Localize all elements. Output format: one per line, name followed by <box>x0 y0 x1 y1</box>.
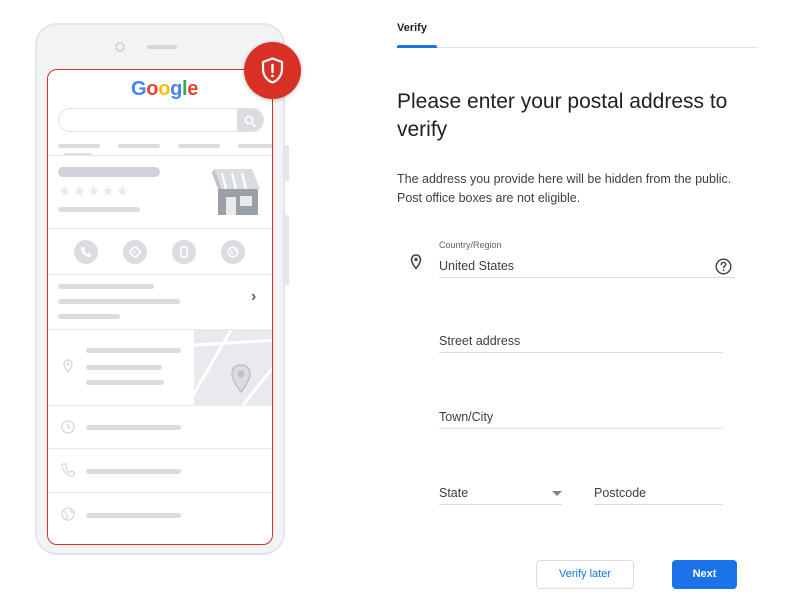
logo-letter: e <box>187 78 199 100</box>
location-pin-icon <box>63 359 73 374</box>
phone-speaker <box>147 45 177 49</box>
shield-alert-icon <box>261 57 284 84</box>
search-icon <box>244 115 256 127</box>
logo-letter: g <box>170 78 183 100</box>
postcode-placeholder: Postcode <box>594 486 647 500</box>
placeholder-line <box>86 365 162 370</box>
placeholder-line <box>86 348 181 353</box>
storefront-icon <box>212 169 260 215</box>
placeholder-line <box>58 284 154 289</box>
placeholder-line <box>58 314 120 319</box>
postcode-field[interactable]: Postcode <box>594 479 723 505</box>
verify-later-button[interactable]: Verify later <box>536 560 634 589</box>
country-region-value: United States <box>439 259 515 273</box>
logo-letter: G <box>131 78 147 100</box>
directions-icon <box>129 246 141 258</box>
placeholder-line <box>58 144 100 148</box>
mini-map <box>194 330 272 405</box>
next-button[interactable]: Next <box>672 560 737 589</box>
street-address-field[interactable]: Street address <box>439 328 723 353</box>
page-title: Please enter your postal address to veri… <box>397 90 728 141</box>
phone-camera <box>115 42 125 52</box>
clock-icon <box>61 420 75 434</box>
placeholder-line <box>238 144 272 148</box>
logo-letter: o <box>146 78 159 100</box>
divider <box>48 155 272 156</box>
placeholder-line <box>86 469 181 474</box>
street-address-placeholder: Street address <box>439 334 521 348</box>
placeholder-line <box>58 207 140 212</box>
globe-icon <box>61 507 75 521</box>
rating-stars: ★★★★★ <box>58 183 131 200</box>
placeholder-line <box>58 299 180 304</box>
website-action <box>221 240 245 264</box>
phone-illustration: Google ★★★★★ › <box>35 23 289 555</box>
placeholder-line <box>86 425 181 430</box>
phone-icon <box>81 247 91 257</box>
chevron-right-icon: › <box>251 288 257 305</box>
state-select[interactable]: State <box>439 479 562 505</box>
phone-icon <box>61 463 75 477</box>
placeholder-line <box>118 144 160 148</box>
phone-screen: Google ★★★★★ › <box>47 69 273 545</box>
logo-letter: o <box>158 78 171 100</box>
google-logo: Google <box>131 78 198 101</box>
phone-side-button <box>285 145 289 181</box>
divider <box>48 228 272 229</box>
save-icon <box>180 246 188 258</box>
mock-search-bar <box>58 108 264 132</box>
dropdown-caret-icon <box>552 491 562 496</box>
verification-badge <box>244 42 301 99</box>
state-placeholder: State <box>439 486 469 500</box>
globe-icon <box>227 246 239 258</box>
phone-side-button <box>285 215 289 285</box>
location-pin-icon <box>410 254 422 270</box>
divider <box>48 405 272 406</box>
placeholder-line <box>178 144 220 148</box>
save-action <box>172 240 196 264</box>
map-icon <box>194 330 272 405</box>
page-description: The address you provide here will be hid… <box>397 172 732 205</box>
country-region-label: Country/Region <box>439 240 502 250</box>
placeholder-line <box>86 513 181 518</box>
placeholder-title <box>58 167 160 177</box>
divider <box>48 448 272 449</box>
town-city-placeholder: Town/City <box>439 410 494 424</box>
tab-bar: Verify <box>397 22 758 48</box>
divider <box>48 274 272 275</box>
mock-search-button <box>237 109 263 131</box>
active-tab-indicator <box>397 45 437 48</box>
country-region-select[interactable]: Country/Region United States <box>439 238 735 278</box>
help-icon[interactable] <box>715 258 732 275</box>
call-action <box>74 240 98 264</box>
directions-action <box>123 240 147 264</box>
town-city-field[interactable]: Town/City <box>439 403 723 429</box>
tab-verify[interactable]: Verify <box>397 22 427 34</box>
divider <box>48 492 272 493</box>
placeholder-line <box>86 380 164 385</box>
